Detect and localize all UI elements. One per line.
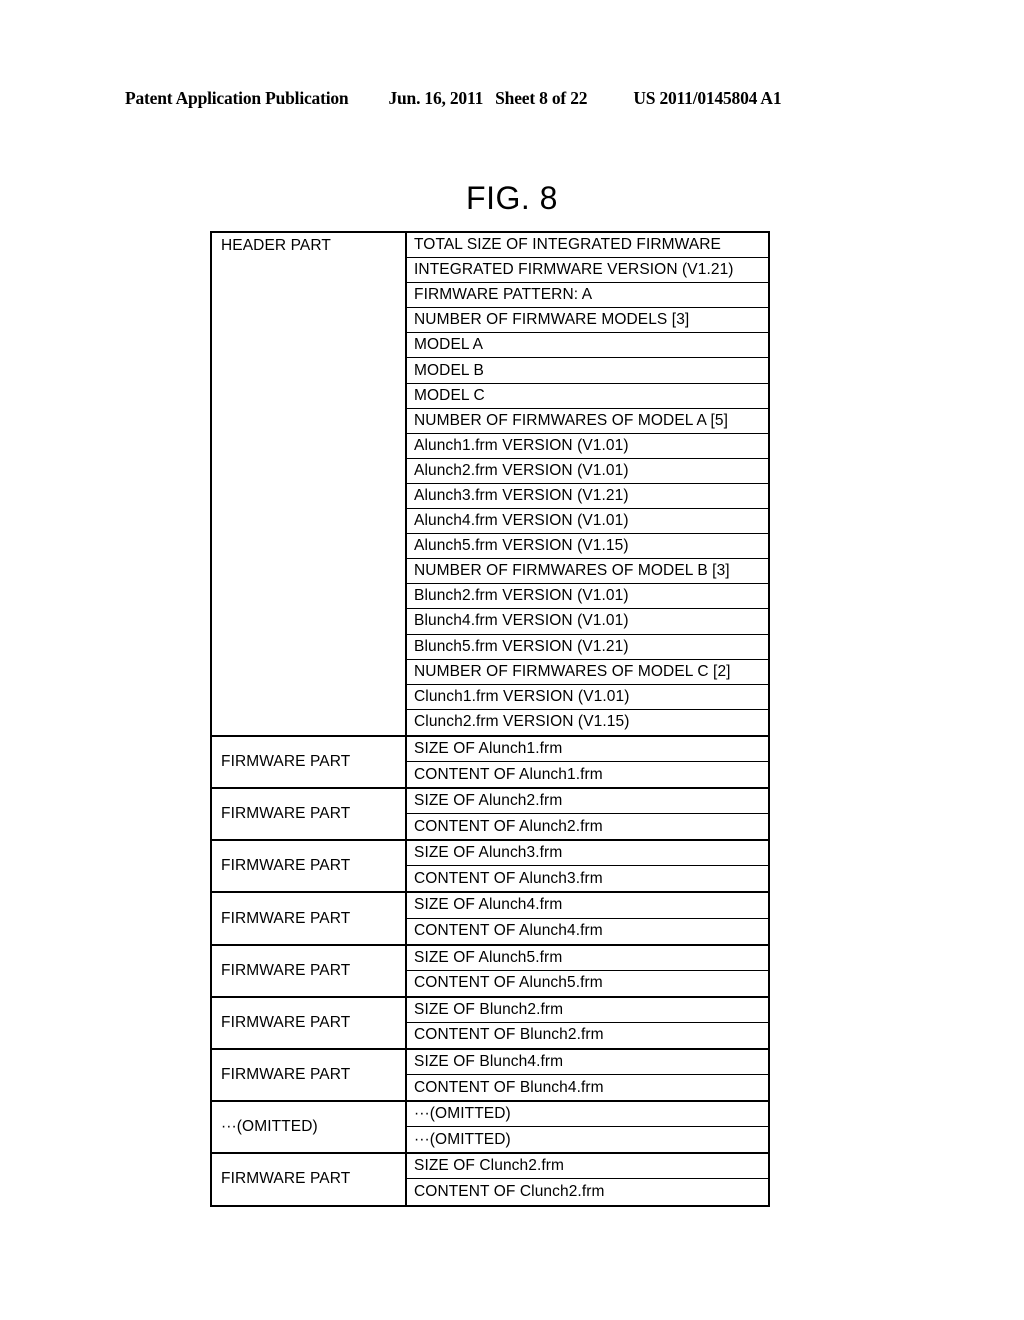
table-block-rows: SIZE OF Alunch3.frm CONTENT OF Alunch3.fr… [407, 841, 768, 891]
table-block-label: FIRMWARE PART [212, 789, 407, 840]
publication-number: US 2011/0145804 A1 [633, 88, 782, 108]
table-row: MODEL B [407, 358, 768, 384]
table-block: FIRMWARE PART SIZE OF Blunch2.frm CONTENT … [212, 997, 768, 1050]
table-block: FIRMWARE PART SIZE OF Clunch2.frm CONTENT … [212, 1154, 768, 1205]
table-block-rows: SIZE OF Clunch2.frm CONTENT OF Clunch2.fr… [407, 1154, 768, 1204]
table-block: FIRMWARE PART SIZE OF Alunch5.frm CONTENT … [212, 945, 768, 998]
table-row: Clunch1.frm VERSION (V1.01) [407, 685, 768, 710]
table-row: NUMBER OF FIRMWARES OF MODEL B [3] [407, 559, 768, 585]
table-row: NUMBER OF FIRMWARE MODELS [3] [407, 308, 768, 334]
table-row: MODEL C [407, 384, 768, 409]
table-row: MODEL A [407, 333, 768, 359]
table-row: SIZE OF Alunch1.frm [407, 737, 768, 762]
table-row: CONTENT OF Blunch4.frm [414, 1078, 604, 1096]
table-row: Blunch4.frm VERSION (V1.01) [407, 609, 768, 635]
table-row: INTEGRATED FIRMWARE VERSION (V1.21) [407, 258, 768, 284]
table-block: HEADER PART TOTAL SIZE OF INTEGRATED FIRM… [212, 233, 768, 737]
firmware-structure-table: HEADER PART TOTAL SIZE OF INTEGRATED FIRM… [210, 231, 770, 1207]
table-block-rows: SIZE OF Alunch2.frm CONTENT OF Alunch2.fr… [407, 789, 768, 839]
table-row: CONTENT OF Alunch4.frm [414, 922, 603, 940]
table-block: FIRMWARE PART SIZE OF Alunch3.frm CONTENT … [212, 841, 768, 894]
patent-page-header: Patent Application Publication Jun. 16, … [125, 88, 899, 109]
table-block-rows: SIZE OF Alunch5.frm CONTENT OF Alunch5.fr… [407, 946, 768, 996]
table-block-rows: SIZE OF Alunch4.frm CONTENT OF Alunch4.fr… [407, 893, 768, 943]
table-block-label: FIRMWARE PART [212, 1050, 407, 1101]
table-row: Alunch3.frm VERSION (V1.21) [407, 484, 768, 510]
table-block-label: FIRMWARE PART [212, 736, 407, 788]
table-row: CONTENT OF Alunch5.frm [414, 974, 603, 992]
table-block: FIRMWARE PART SIZE OF Alunch2.frm CONTENT … [212, 789, 768, 842]
sheet-number: Sheet 8 of 22 [495, 88, 588, 108]
table-block-label: HEADER PART [212, 233, 407, 735]
table-block-rows: SIZE OF Blunch2.frm CONTENT OF Blunch2.fr… [407, 998, 768, 1048]
table-row: Alunch4.frm VERSION (V1.01) [407, 509, 768, 535]
table-row: SIZE OF Blunch2.frm [407, 998, 768, 1023]
table-block-label: FIRMWARE PART [212, 945, 407, 996]
table-row: SIZE OF Alunch4.frm [407, 893, 768, 919]
table-row: SIZE OF Alunch5.frm [407, 946, 768, 971]
table-block: FIRMWARE PART SIZE OF Alunch1.frm CONTENT … [212, 736, 768, 790]
table-block-label: FIRMWARE PART [212, 997, 407, 1048]
table-row: SIZE OF Clunch2.frm [407, 1154, 768, 1180]
table-row: ···(OMITTED) [407, 1102, 768, 1128]
table-block: FIRMWARE PART SIZE OF Alunch4.frm CONTENT … [212, 893, 768, 946]
table-row: Blunch5.frm VERSION (V1.21) [407, 635, 768, 660]
figure-title: FIG. 8 [466, 180, 558, 216]
table-row: Alunch2.frm VERSION (V1.01) [407, 459, 768, 484]
table-row: NUMBER OF FIRMWARES OF MODEL A [5] [407, 409, 768, 434]
table-row: ···(OMITTED) [414, 1130, 511, 1148]
table-block-label: FIRMWARE PART [212, 1154, 407, 1205]
table-row: Alunch5.frm VERSION (V1.15) [407, 534, 768, 560]
table-block-label: FIRMWARE PART [212, 841, 407, 892]
table-row: Alunch1.frm VERSION (V1.01) [407, 434, 768, 459]
table-row: CONTENT OF Clunch2.frm [414, 1183, 605, 1201]
table-block-rows: SIZE OF Alunch1.frm CONTENT OF Alunch1.fr… [407, 737, 768, 787]
table-row: TOTAL SIZE OF INTEGRATED FIRMWARE [407, 233, 768, 259]
table-row: SIZE OF Alunch2.frm [407, 789, 768, 815]
table-row: Blunch2.frm VERSION (V1.01) [407, 584, 768, 610]
table-block-rows: ···(OMITTED) ···(OMITTED) [407, 1102, 768, 1152]
table-row: NUMBER OF FIRMWARES OF MODEL C [2] [407, 660, 768, 685]
table-block-label: FIRMWARE PART [212, 893, 407, 944]
table-block: FIRMWARE PART SIZE OF Blunch4.frm CONTENT … [212, 1050, 768, 1103]
table-block-rows: SIZE OF Blunch4.frm CONTENT OF Blunch4.fr… [407, 1050, 768, 1100]
table-row: Clunch2.frm VERSION (V1.15) [414, 713, 630, 731]
table-row: CONTENT OF Alunch2.frm [414, 817, 603, 835]
table-row: CONTENT OF Alunch1.frm [414, 765, 603, 783]
table-row: FIRMWARE PATTERN: A [407, 283, 768, 309]
table-block-label: ···(OMITTED) [212, 1102, 407, 1153]
table-block-rows: TOTAL SIZE OF INTEGRATED FIRMWARE INTEGRA… [407, 233, 768, 735]
publication-label: Patent Application Publication [125, 88, 349, 108]
table-row: SIZE OF Alunch3.frm [407, 841, 768, 867]
table-row: CONTENT OF Blunch2.frm [414, 1026, 604, 1044]
table-block: ···(OMITTED) ···(OMITTED) ···(OMITTED) [212, 1102, 768, 1155]
publication-date: Jun. 16, 2011 [388, 88, 484, 108]
table-row: CONTENT OF Alunch3.frm [414, 869, 603, 887]
table-row: SIZE OF Blunch4.frm [407, 1050, 768, 1076]
